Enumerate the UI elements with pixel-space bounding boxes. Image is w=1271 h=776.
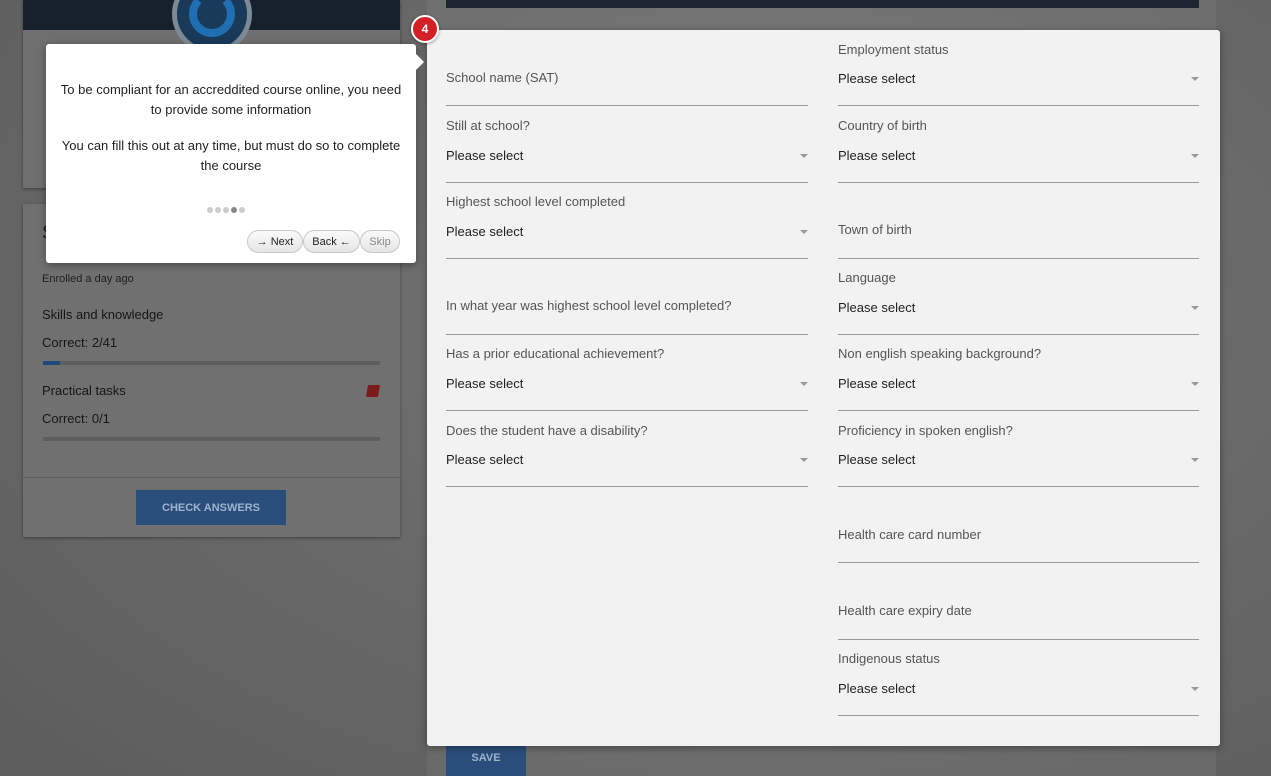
field-label: Highest school level completed <box>446 194 626 209</box>
field-label: Employment status <box>838 42 949 57</box>
field-underline <box>838 715 1199 716</box>
tour-dot-3 <box>223 207 229 213</box>
tour-next-button[interactable]: → Next <box>247 230 303 253</box>
field-underline <box>838 639 1199 640</box>
section-title-skills: Skills and knowledge <box>42 307 164 322</box>
field-label: Does the student have a disability? <box>446 423 648 438</box>
town-of-birth-field[interactable]: Town of birth <box>838 212 1199 259</box>
select-value: Please select <box>838 71 916 86</box>
field-underline <box>838 334 1199 335</box>
select-value: Please select <box>446 148 524 163</box>
student-details-form: School name (SAT) Still at school? Pleas… <box>427 30 1220 746</box>
field-label: Still at school? <box>446 118 530 133</box>
progress-bar-skills <box>43 361 380 365</box>
tour-text-intro: To be compliant for an accreddited cours… <box>60 82 402 117</box>
field-label: In what year was highest school level co… <box>446 298 732 313</box>
select-value: Please select <box>838 452 916 467</box>
prior-achievement-select[interactable]: Has a prior educational achievement? Ple… <box>446 344 808 411</box>
field-underline <box>838 258 1199 259</box>
section-title-practical: Practical tasks <box>42 383 126 398</box>
select-value: Please select <box>838 300 916 315</box>
field-label: Town of birth <box>838 222 912 237</box>
tour-text-detail: You can fill this out at any time, but m… <box>61 138 401 173</box>
field-underline <box>838 410 1199 411</box>
chevron-down-icon <box>1191 458 1199 462</box>
chevron-down-icon <box>1191 77 1199 81</box>
field-label: Health care expiry date <box>838 603 972 618</box>
school-name-field[interactable]: School name (SAT) <box>446 60 808 106</box>
tour-step-badge: 4 <box>411 15 439 43</box>
progress-bar-practical <box>43 437 380 441</box>
field-label: Language <box>838 270 896 285</box>
progress-fill-skills <box>43 361 60 365</box>
tour-step-dots <box>207 207 245 213</box>
form-header-bar <box>446 0 1199 8</box>
tour-skip-button[interactable]: Skip <box>360 230 400 253</box>
check-answers-button[interactable]: CHECK ANSWERS <box>136 490 286 525</box>
field-underline <box>838 562 1199 563</box>
field-label: Proficiency in spoken english? <box>838 423 1013 438</box>
field-label: Indigenous status <box>838 651 940 666</box>
select-value: Please select <box>446 452 524 467</box>
field-underline <box>446 258 808 259</box>
enrolled-text: Enrolled a day ago <box>42 273 134 285</box>
field-label: Health care card number <box>838 527 982 542</box>
tour-dot-4 <box>231 207 237 213</box>
disability-select[interactable]: Does the student have a disability? Plea… <box>446 421 808 488</box>
section-correct-skills: Correct: 2/41 <box>42 335 118 350</box>
logo-mark-icon <box>189 0 235 37</box>
tour-popover: To be compliant for an accreddited cours… <box>46 44 424 263</box>
field-label: Has a prior educational achievement? <box>446 346 665 361</box>
select-value: Please select <box>838 681 916 696</box>
field-label: School name (SAT) <box>446 70 559 85</box>
indigenous-status-select[interactable]: Indigenous status Please select <box>838 649 1199 716</box>
chevron-down-icon <box>800 230 808 234</box>
select-value: Please select <box>446 224 524 239</box>
language-select[interactable]: Language Please select <box>838 268 1199 335</box>
chevron-down-icon <box>1191 154 1199 158</box>
tour-back-button[interactable]: Back ← <box>303 230 360 253</box>
field-underline <box>446 105 808 106</box>
section-correct-practical: Correct: 0/1 <box>42 411 110 426</box>
spoken-english-select[interactable]: Proficiency in spoken english? Please se… <box>838 421 1199 488</box>
non-english-background-select[interactable]: Non english speaking background? Please … <box>838 344 1199 411</box>
field-label: Country of birth <box>838 118 927 133</box>
highest-school-level-select[interactable]: Highest school level completed Please se… <box>446 192 808 259</box>
school-level-year-field[interactable]: In what year was highest school level co… <box>446 288 808 335</box>
field-underline <box>446 182 808 183</box>
chevron-down-icon <box>800 154 808 158</box>
select-value: Please select <box>838 148 916 163</box>
chevron-down-icon <box>800 382 808 386</box>
health-care-expiry-field[interactable]: Health care expiry date <box>838 593 1199 640</box>
chevron-down-icon <box>800 458 808 462</box>
select-value: Please select <box>838 376 916 391</box>
tour-dot-5 <box>239 207 245 213</box>
tour-dot-1 <box>207 207 213 213</box>
field-label: Non english speaking background? <box>838 346 1042 361</box>
health-card-number-field[interactable]: Health care card number <box>838 517 1199 563</box>
field-underline <box>838 182 1199 183</box>
field-underline <box>446 486 808 487</box>
chevron-down-icon <box>1191 382 1199 386</box>
card-divider <box>23 477 400 478</box>
employment-status-select[interactable]: Employment status Please select <box>838 40 1199 106</box>
still-at-school-select[interactable]: Still at school? Please select <box>446 116 808 183</box>
book-icon[interactable] <box>365 385 381 397</box>
field-underline <box>446 334 808 335</box>
field-underline <box>838 486 1199 487</box>
field-underline <box>446 410 808 411</box>
chevron-down-icon <box>1191 306 1199 310</box>
chevron-down-icon <box>1191 687 1199 691</box>
tour-dot-2 <box>215 207 221 213</box>
select-value: Please select <box>446 376 524 391</box>
country-of-birth-select[interactable]: Country of birth Please select <box>838 116 1199 183</box>
field-underline <box>838 105 1199 106</box>
